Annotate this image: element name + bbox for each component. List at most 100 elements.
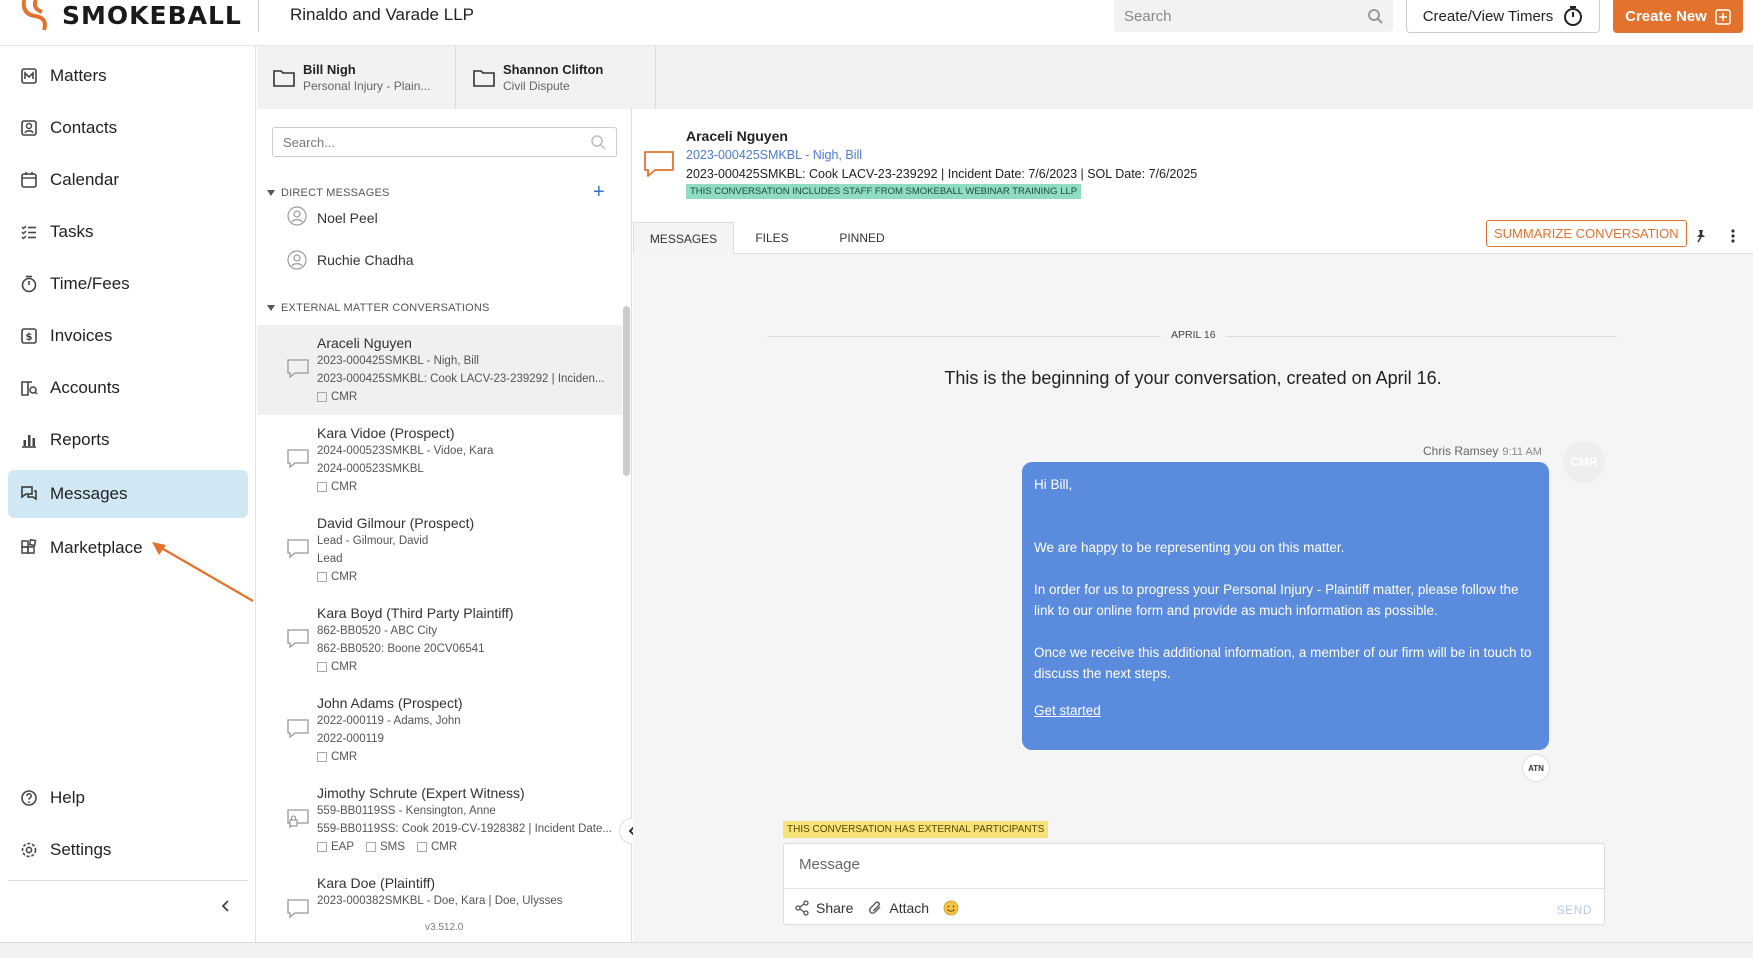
timers-label: Create/View Timers xyxy=(1422,7,1554,25)
direct-message-name: Noel Peel xyxy=(317,210,378,226)
footer-bar xyxy=(0,942,1753,958)
sidebar-item-tasks[interactable]: Tasks xyxy=(8,208,248,256)
sidebar-item-time-fees[interactable]: Time/Fees xyxy=(8,260,248,308)
firm-name: Rinaldo and Varade LLP xyxy=(290,5,474,24)
message-sender: Chris Ramsey 9:11 AM xyxy=(1423,444,1542,458)
sidebar-item-label: Help xyxy=(50,788,85,807)
sidebar-item-settings[interactable]: Settings xyxy=(8,826,248,874)
stopwatch-icon xyxy=(21,275,37,293)
sidebar-item-reports[interactable]: Reports xyxy=(8,416,248,464)
conversation-list: Search... DIRECT MESSAGES + Noel Peel Ru… xyxy=(257,109,632,942)
emoji-icon[interactable] xyxy=(943,900,959,916)
create-new-button[interactable]: Create New xyxy=(1613,0,1743,33)
message-paragraph: Once we receive this additional informat… xyxy=(1034,645,1532,681)
matter-tab-type: Civil Dispute xyxy=(503,79,570,93)
chat-bubble-icon xyxy=(287,629,309,649)
global-search-input[interactable]: Search xyxy=(1114,0,1393,32)
conversation-name: John Adams (Prospect) xyxy=(317,695,463,711)
matter-tab-shannon-clifton[interactable]: Shannon Clifton Civil Dispute xyxy=(457,46,656,109)
conversation-list-scrollbar[interactable] xyxy=(623,306,630,476)
conversation-detail: Lead xyxy=(317,553,343,565)
participant-tag: CMR xyxy=(317,751,357,763)
app-header: SMOKEBALL Rinaldo and Varade LLP Search … xyxy=(0,0,1753,46)
tab-messages[interactable]: MESSAGES xyxy=(633,222,734,254)
summarize-conversation-button[interactable]: SUMMARIZE CONVERSATION xyxy=(1486,220,1687,247)
conversation-matter: 2023-000382SMKBL - Doe, Kara | Doe, Ulys… xyxy=(317,895,563,907)
conversation-detail: 2022-000119 xyxy=(317,733,384,745)
participant-tag: CMR xyxy=(416,841,457,853)
attach-label: Attach xyxy=(889,900,930,916)
invoice-icon: $ xyxy=(21,328,37,344)
direct-message-ruchie-chadha[interactable]: Ruchie Chadha xyxy=(287,250,414,270)
chat-bubble-icon xyxy=(287,899,309,919)
conversation-item-david-gilmour[interactable]: David Gilmour (Prospect) Lead - Gilmour,… xyxy=(257,505,622,595)
composer-divider xyxy=(784,888,1604,889)
calendar-icon xyxy=(21,172,37,188)
conversation-item-kara-vidoe[interactable]: Kara Vidoe (Prospect) 2024-000523SMKBL -… xyxy=(257,415,622,505)
more-options-icon[interactable] xyxy=(1729,228,1737,244)
direct-messages-section-toggle[interactable]: DIRECT MESSAGES xyxy=(267,187,390,199)
search-icon xyxy=(1368,9,1383,24)
tab-files[interactable]: FILES xyxy=(737,222,807,254)
help-icon xyxy=(21,790,37,806)
participant-tag: EAP xyxy=(317,841,354,853)
external-participants-notice: THIS CONVERSATION HAS EXTERNAL PARTICIPA… xyxy=(783,821,1049,838)
pin-icon[interactable] xyxy=(1693,228,1709,244)
sidebar-item-contacts[interactable]: Contacts xyxy=(8,104,248,152)
external-conversations-section-toggle[interactable]: EXTERNAL MATTER CONVERSATIONS xyxy=(267,302,490,314)
search-icon xyxy=(591,135,606,150)
sidebar-nav: Matters Contacts Calendar Tasks Time/Fee… xyxy=(0,46,256,942)
locked-chat-icon xyxy=(287,809,309,829)
collapse-sidebar-chevron-icon[interactable] xyxy=(218,898,234,914)
matter-tab-bill-nigh[interactable]: Bill Nigh Personal Injury - Plain... xyxy=(257,46,456,109)
message-input[interactable]: Message xyxy=(799,856,860,873)
attach-button[interactable]: Attach xyxy=(867,900,929,916)
caret-down-icon xyxy=(267,190,275,196)
message-bubble[interactable]: Hi Bill, We are happy to be representing… xyxy=(1022,462,1549,750)
sidebar-item-label: Reports xyxy=(50,430,110,449)
matter-tab-type: Personal Injury - Plain... xyxy=(303,79,431,93)
matter-tabs-bar: Bill Nigh Personal Injury - Plain... Sha… xyxy=(257,46,1753,109)
get-started-link[interactable]: Get started xyxy=(1034,703,1101,718)
conversation-item-jimothy-schrute[interactable]: Jimothy Schrute (Expert Witness) 559-BB0… xyxy=(257,775,622,865)
conversation-name: Araceli Nguyen xyxy=(317,335,412,351)
sidebar-item-label: Marketplace xyxy=(50,538,143,557)
tab-pinned[interactable]: PINNED xyxy=(817,222,907,254)
sidebar-item-calendar[interactable]: Calendar xyxy=(8,156,248,204)
sidebar-item-messages[interactable]: Messages xyxy=(8,470,248,518)
sidebar-item-matters[interactable]: Matters xyxy=(8,52,248,100)
message-paragraph: We are happy to be representing you on t… xyxy=(1034,540,1345,555)
sidebar-item-accounts[interactable]: Accounts xyxy=(8,364,248,412)
direct-messages-heading: DIRECT MESSAGES xyxy=(281,187,390,199)
external-conversations-heading: EXTERNAL MATTER CONVERSATIONS xyxy=(281,302,490,314)
conversation-matter: 2022-000119 - Adams, John xyxy=(317,715,461,727)
staff-badge: THIS CONVERSATION INCLUDES STAFF FROM SM… xyxy=(686,184,1082,199)
conversation-item-kara-boyd[interactable]: Kara Boyd (Third Party Plaintiff) 862-BB… xyxy=(257,595,622,685)
matter-link[interactable]: 2023-000425SMKBL - Nigh, Bill xyxy=(686,148,862,162)
smokeball-logo-icon xyxy=(21,0,47,30)
participant-tag: CMR xyxy=(317,391,357,403)
app-version: v3.512.0 xyxy=(425,922,464,933)
conversation-name: Kara Boyd (Third Party Plaintiff) xyxy=(317,605,514,621)
read-receipt-avatar: ATN xyxy=(1522,754,1550,782)
smokeball-logo[interactable]: SMOKEBALL xyxy=(18,0,242,30)
create-view-timers-button[interactable]: Create/View Timers xyxy=(1406,0,1600,33)
conversation-item-john-adams[interactable]: John Adams (Prospect) 2022-000119 - Adam… xyxy=(257,685,622,775)
direct-message-noel-peel[interactable]: Noel Peel xyxy=(287,206,378,226)
conversation-detail: 862-BB0520: Boone 20CV06541 xyxy=(317,643,485,655)
sidebar-item-help[interactable]: Help xyxy=(8,774,248,822)
conversation-matter: 2024-000523SMKBL - Vidoe, Kara xyxy=(317,445,494,457)
add-direct-message-button[interactable]: + xyxy=(593,181,605,204)
messages-icon xyxy=(21,486,37,501)
share-button[interactable]: Share xyxy=(794,900,853,916)
participant-tag: CMR xyxy=(317,571,357,583)
sidebar-item-label: Accounts xyxy=(50,378,120,397)
conversation-item-araceli-nguyen[interactable]: Araceli Nguyen 2023-000425SMKBL - Nigh, … xyxy=(257,325,622,415)
send-button[interactable]: SEND xyxy=(1557,903,1592,917)
stopwatch-icon xyxy=(1564,6,1583,26)
paperclip-icon xyxy=(869,901,881,914)
conversation-search-input[interactable]: Search... xyxy=(272,127,617,157)
chat-bubble-icon xyxy=(287,719,309,739)
conversation-matter: 2023-000425SMKBL - Nigh, Bill xyxy=(317,355,479,367)
sidebar-item-invoices[interactable]: $ Invoices xyxy=(8,312,248,360)
